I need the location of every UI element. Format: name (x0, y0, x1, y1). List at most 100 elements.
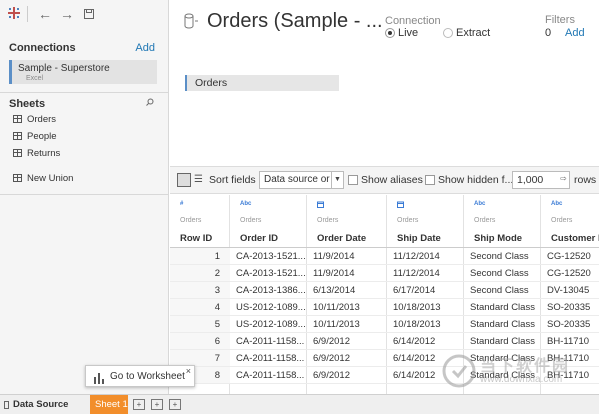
field-type-icon[interactable]: Abc (551, 201, 562, 207)
extract-label[interactable]: Extract (456, 27, 490, 39)
rows-value: 1,000 (517, 174, 544, 186)
tab-data-source-label: Data Source (13, 399, 69, 410)
watermark: 当下软件园 www.downxia.com (440, 350, 590, 394)
table-cell: 6/17/2014 (387, 282, 464, 299)
table-cell: 6/13/2014 (307, 282, 387, 299)
table-cell: 11/9/2014 (307, 248, 387, 265)
datasource-icon (4, 401, 9, 409)
table-cell: 5 (170, 316, 230, 333)
arrow-right-icon[interactable]: ⇨ (560, 174, 567, 183)
list-view-icon[interactable]: ☰ (194, 173, 206, 187)
connection-name: Sample - Superstore (18, 63, 110, 74)
bottom-tab-bar: Data Source Sheet 1 + + + (0, 394, 599, 414)
column-header[interactable]: Row ID (180, 233, 212, 244)
table-cell: BH-11710 (541, 333, 599, 350)
table-cell: CA-2013-1386... (230, 282, 307, 299)
top-toolbar: ← → (0, 0, 169, 28)
canvas-table-label: Orders (195, 77, 228, 89)
column-header[interactable]: Order Date (317, 233, 366, 244)
field-type-icon[interactable]: Abc (240, 201, 251, 207)
field-type-icon[interactable]: # (180, 201, 183, 207)
tableau-logo-icon[interactable] (5, 5, 23, 23)
table-cell: US-2012-1089... (230, 316, 307, 333)
show-aliases-label[interactable]: Show aliases (361, 174, 423, 186)
table-cell: CA-2013-1521... (230, 265, 307, 282)
save-icon[interactable] (80, 5, 98, 23)
extract-radio[interactable] (443, 28, 453, 38)
table-cell: 1 (170, 248, 230, 265)
sheet-item-orders[interactable]: Orders (13, 114, 56, 128)
show-aliases-checkbox[interactable] (348, 175, 358, 185)
union-icon (13, 174, 22, 182)
table-cell: 6/14/2012 (387, 333, 464, 350)
table-cell: CA-2011-1158... (230, 350, 307, 367)
calendar-icon[interactable] (317, 201, 324, 210)
sheet-item-returns[interactable]: Returns (13, 148, 60, 162)
datasource-title[interactable]: Orders (Sample - ... (207, 10, 383, 33)
table-cell: 3 (170, 282, 230, 299)
tableau-data-source-page: ← → Connections Add Sample - Superstore … (0, 0, 599, 414)
column-header[interactable]: Order ID (240, 233, 278, 244)
table-cell: DV-13045 (541, 282, 599, 299)
table-cell: SO-20335 (541, 299, 599, 316)
live-radio[interactable] (385, 28, 395, 38)
table-cell: 11/12/2014 (387, 248, 464, 265)
connection-item[interactable]: Sample - Superstore Excel (9, 60, 157, 84)
watermark-url: www.downxia.com (480, 374, 563, 385)
calendar-icon[interactable] (397, 201, 404, 210)
table-cell: 6/9/2012 (307, 367, 387, 384)
back-arrow-icon[interactable]: ← (36, 5, 54, 23)
table-cell: 6/9/2012 (307, 333, 387, 350)
table-cell: 10/18/2013 (387, 316, 464, 333)
rows-input[interactable]: 1,000 ⇨ (512, 171, 570, 189)
sheets-title: Sheets (9, 98, 46, 110)
go-to-worksheet-tooltip[interactable]: Go to Worksheet × (85, 365, 195, 387)
show-hidden-checkbox[interactable] (425, 175, 435, 185)
column-header[interactable]: Customer ID (551, 233, 599, 244)
table-cell: 2 (170, 265, 230, 282)
live-label[interactable]: Live (398, 27, 418, 39)
divider (0, 92, 169, 93)
forward-arrow-icon[interactable]: → (58, 5, 76, 23)
add-connection-link[interactable]: Add (135, 42, 155, 54)
go-to-worksheet-label[interactable]: Go to Worksheet (110, 371, 185, 382)
table-cell: Second Class (464, 248, 541, 265)
column-header[interactable]: Ship Mode (474, 233, 522, 244)
sort-select-value: Data source or (264, 174, 330, 185)
new-story-icon[interactable]: + (169, 399, 181, 410)
field-type-icon[interactable]: Abc (474, 201, 485, 207)
new-union-item[interactable]: New Union (13, 173, 73, 187)
tab-sheet1-label: Sheet 1 (95, 399, 128, 410)
grid-view-icon[interactable] (177, 173, 191, 187)
table-cell: Standard Class (464, 299, 541, 316)
connection-label: Connection (385, 15, 441, 27)
column-header[interactable]: Ship Date (397, 233, 441, 244)
tab-sheet1[interactable]: Sheet 1 (90, 395, 128, 414)
column-order-id: Abc Orders Order ID CA-2013-1521... CA-2013-… (230, 195, 307, 394)
show-hidden-label[interactable]: Show hidden f... (438, 174, 513, 186)
search-icon[interactable] (146, 98, 154, 108)
table-cell: 10/11/2013 (307, 316, 387, 333)
table-cell: 11/9/2014 (307, 265, 387, 282)
table-cell: CA-2011-1158... (230, 333, 307, 350)
sheet-item-people[interactable]: People (13, 131, 57, 145)
new-worksheet-icon[interactable]: + (133, 399, 145, 410)
table-cell: CG-12520 (541, 265, 599, 282)
table-cell: US-2012-1089... (230, 299, 307, 316)
filters-label: Filters (545, 14, 575, 26)
sort-fields-select[interactable]: Data source or ▼ (259, 171, 344, 189)
canvas-table-orders[interactable]: Orders (185, 75, 339, 91)
column-source: Orders (317, 217, 339, 224)
table-icon (13, 115, 22, 123)
table-cell: CA-2013-1521... (230, 248, 307, 265)
tab-data-source[interactable]: Data Source (0, 395, 90, 414)
close-icon[interactable]: × (186, 366, 191, 376)
sort-fields-label: Sort fields (209, 174, 256, 186)
add-filter-link[interactable]: Add (565, 27, 585, 39)
table-cell: Second Class (464, 282, 541, 299)
table-cell: SO-20335 (541, 316, 599, 333)
column-order-date: Orders Order Date 11/9/2014 11/9/2014 6/13/2… (307, 195, 387, 394)
table-cell: Standard Class (464, 316, 541, 333)
new-dashboard-icon[interactable]: + (151, 399, 163, 410)
table-cell: Standard Class (464, 333, 541, 350)
